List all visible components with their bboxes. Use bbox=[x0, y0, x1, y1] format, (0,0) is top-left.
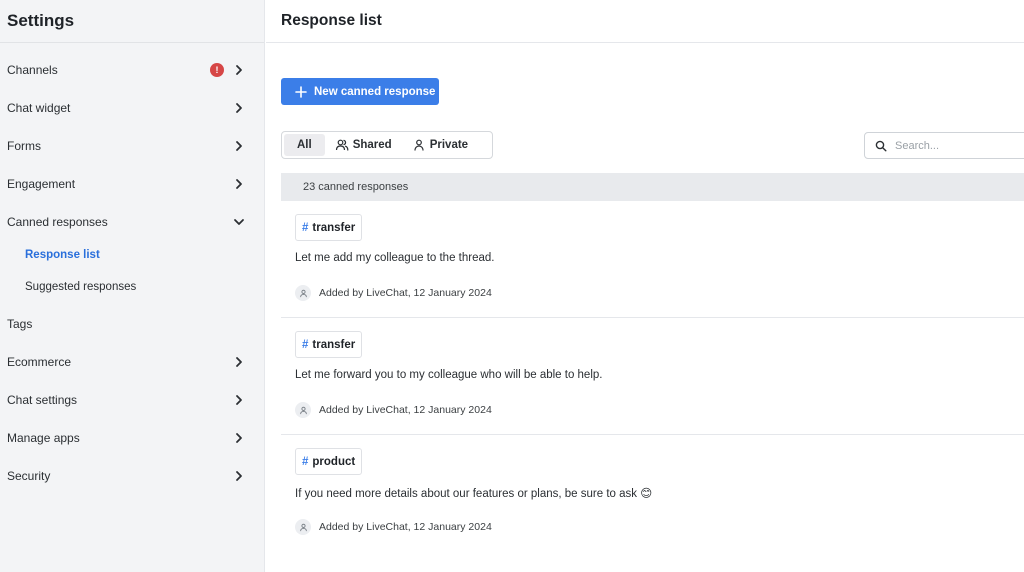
sidebar-item-tags[interactable]: Tags bbox=[0, 309, 265, 339]
sidebar-item-chat-settings[interactable]: Chat settings bbox=[0, 385, 265, 415]
sidebar-subitem-suggested-responses[interactable]: Suggested responses bbox=[0, 274, 265, 300]
response-meta-text: Added by LiveChat, 12 January 2024 bbox=[319, 287, 492, 299]
filter-private-label: Private bbox=[429, 139, 469, 151]
sidebar-item-label: Tags bbox=[7, 317, 33, 331]
response-tag[interactable]: # transfer bbox=[295, 214, 363, 241]
response-tag-label: transfer bbox=[312, 338, 356, 351]
avatar bbox=[295, 285, 311, 301]
responses-count: 23 canned responses bbox=[281, 173, 1024, 201]
response-item[interactable]: # product If you need more details about… bbox=[281, 435, 1024, 552]
sidebar-item-label: Security bbox=[7, 469, 51, 483]
chevron-right-icon bbox=[236, 103, 242, 113]
response-tag-label: product bbox=[312, 455, 356, 468]
response-text: Let me add my colleague to the thread. bbox=[295, 252, 495, 264]
search-input[interactable] bbox=[895, 139, 1015, 152]
search-icon bbox=[875, 140, 887, 151]
sidebar-item-label: Engagement bbox=[7, 177, 76, 191]
chevron-right-icon bbox=[236, 65, 242, 75]
sidebar-item-label: Forms bbox=[7, 139, 41, 153]
response-text: If you need more details about our featu… bbox=[295, 488, 653, 500]
chevron-right-icon bbox=[236, 357, 242, 367]
hash-icon: # bbox=[302, 338, 309, 351]
chevron-right-icon bbox=[236, 433, 242, 443]
sidebar-item-label: Chat settings bbox=[7, 393, 78, 407]
avatar-icon bbox=[299, 406, 307, 414]
hash-icon: # bbox=[302, 221, 309, 234]
chevron-right-icon bbox=[236, 141, 242, 151]
sidebar-item-label: Canned responses bbox=[7, 215, 108, 229]
new-canned-response-label: New canned response bbox=[314, 85, 436, 98]
avatar bbox=[295, 402, 311, 418]
sidebar-item-manage-apps[interactable]: Manage apps bbox=[0, 423, 265, 453]
filter-shared[interactable]: Shared bbox=[325, 134, 402, 156]
avatar-icon bbox=[299, 289, 307, 297]
new-canned-response-button[interactable]: New canned response bbox=[281, 78, 439, 105]
hash-icon: # bbox=[302, 455, 309, 468]
search-box bbox=[864, 132, 1024, 159]
sidebar-item-label: Channels bbox=[7, 63, 58, 77]
main-header: Response list bbox=[266, 0, 1024, 43]
sidebar-item-label: Chat widget bbox=[7, 101, 71, 115]
response-item[interactable]: # transfer Let me forward you to my coll… bbox=[281, 318, 1024, 435]
response-tag-label: transfer bbox=[312, 221, 356, 234]
filter-shared-label: Shared bbox=[352, 139, 392, 151]
sidebar-item-forms[interactable]: Forms bbox=[0, 131, 265, 161]
sidebar-item-label: Ecommerce bbox=[7, 355, 72, 369]
visibility-filter: All Shared Private bbox=[281, 131, 493, 159]
sidebar-subitem-response-list[interactable]: Response list bbox=[0, 242, 265, 268]
sidebar-item-canned-responses[interactable]: Canned responses bbox=[0, 207, 265, 237]
response-tag[interactable]: # product bbox=[295, 448, 363, 475]
sidebar-item-label: Manage apps bbox=[7, 431, 80, 445]
sidebar-item-security[interactable]: Security bbox=[0, 461, 265, 491]
response-meta-text: Added by LiveChat, 12 January 2024 bbox=[319, 521, 492, 533]
page-title: Response list bbox=[281, 12, 382, 29]
sidebar-header: Settings bbox=[0, 0, 264, 43]
response-meta-text: Added by LiveChat, 12 January 2024 bbox=[319, 404, 492, 416]
response-meta: Added by LiveChat, 12 January 2024 bbox=[295, 285, 492, 301]
user-icon bbox=[414, 139, 424, 151]
users-icon bbox=[335, 139, 349, 151]
filter-all-label: All bbox=[297, 139, 312, 151]
chevron-right-icon bbox=[236, 395, 242, 405]
filter-private[interactable]: Private bbox=[402, 134, 478, 156]
sidebar-item-engagement[interactable]: Engagement bbox=[0, 169, 265, 199]
response-meta: Added by LiveChat, 12 January 2024 bbox=[295, 402, 492, 418]
sidebar-item-channels[interactable]: Channels ! bbox=[0, 55, 265, 85]
sidebar-item-chat-widget[interactable]: Chat widget bbox=[0, 93, 265, 123]
chevron-down-icon bbox=[234, 219, 244, 225]
filter-all[interactable]: All bbox=[284, 134, 325, 156]
response-text: Let me forward you to my colleague who w… bbox=[295, 369, 603, 381]
chevron-right-icon bbox=[236, 471, 242, 481]
settings-sidebar: Settings Channels ! Chat widget Forms En… bbox=[0, 0, 265, 572]
avatar-icon bbox=[299, 523, 307, 531]
sidebar-title: Settings bbox=[7, 11, 75, 30]
main-content: Response list New canned response All Sh… bbox=[266, 0, 1024, 572]
response-meta: Added by LiveChat, 12 January 2024 bbox=[295, 519, 492, 535]
sidebar-item-ecommerce[interactable]: Ecommerce bbox=[0, 347, 265, 377]
response-item[interactable]: # transfer Let me add my colleague to th… bbox=[281, 201, 1024, 318]
chevron-right-icon bbox=[236, 179, 242, 189]
alert-badge: ! bbox=[210, 63, 224, 77]
avatar bbox=[295, 519, 311, 535]
response-tag[interactable]: # transfer bbox=[295, 331, 363, 358]
plus-icon bbox=[295, 85, 307, 98]
